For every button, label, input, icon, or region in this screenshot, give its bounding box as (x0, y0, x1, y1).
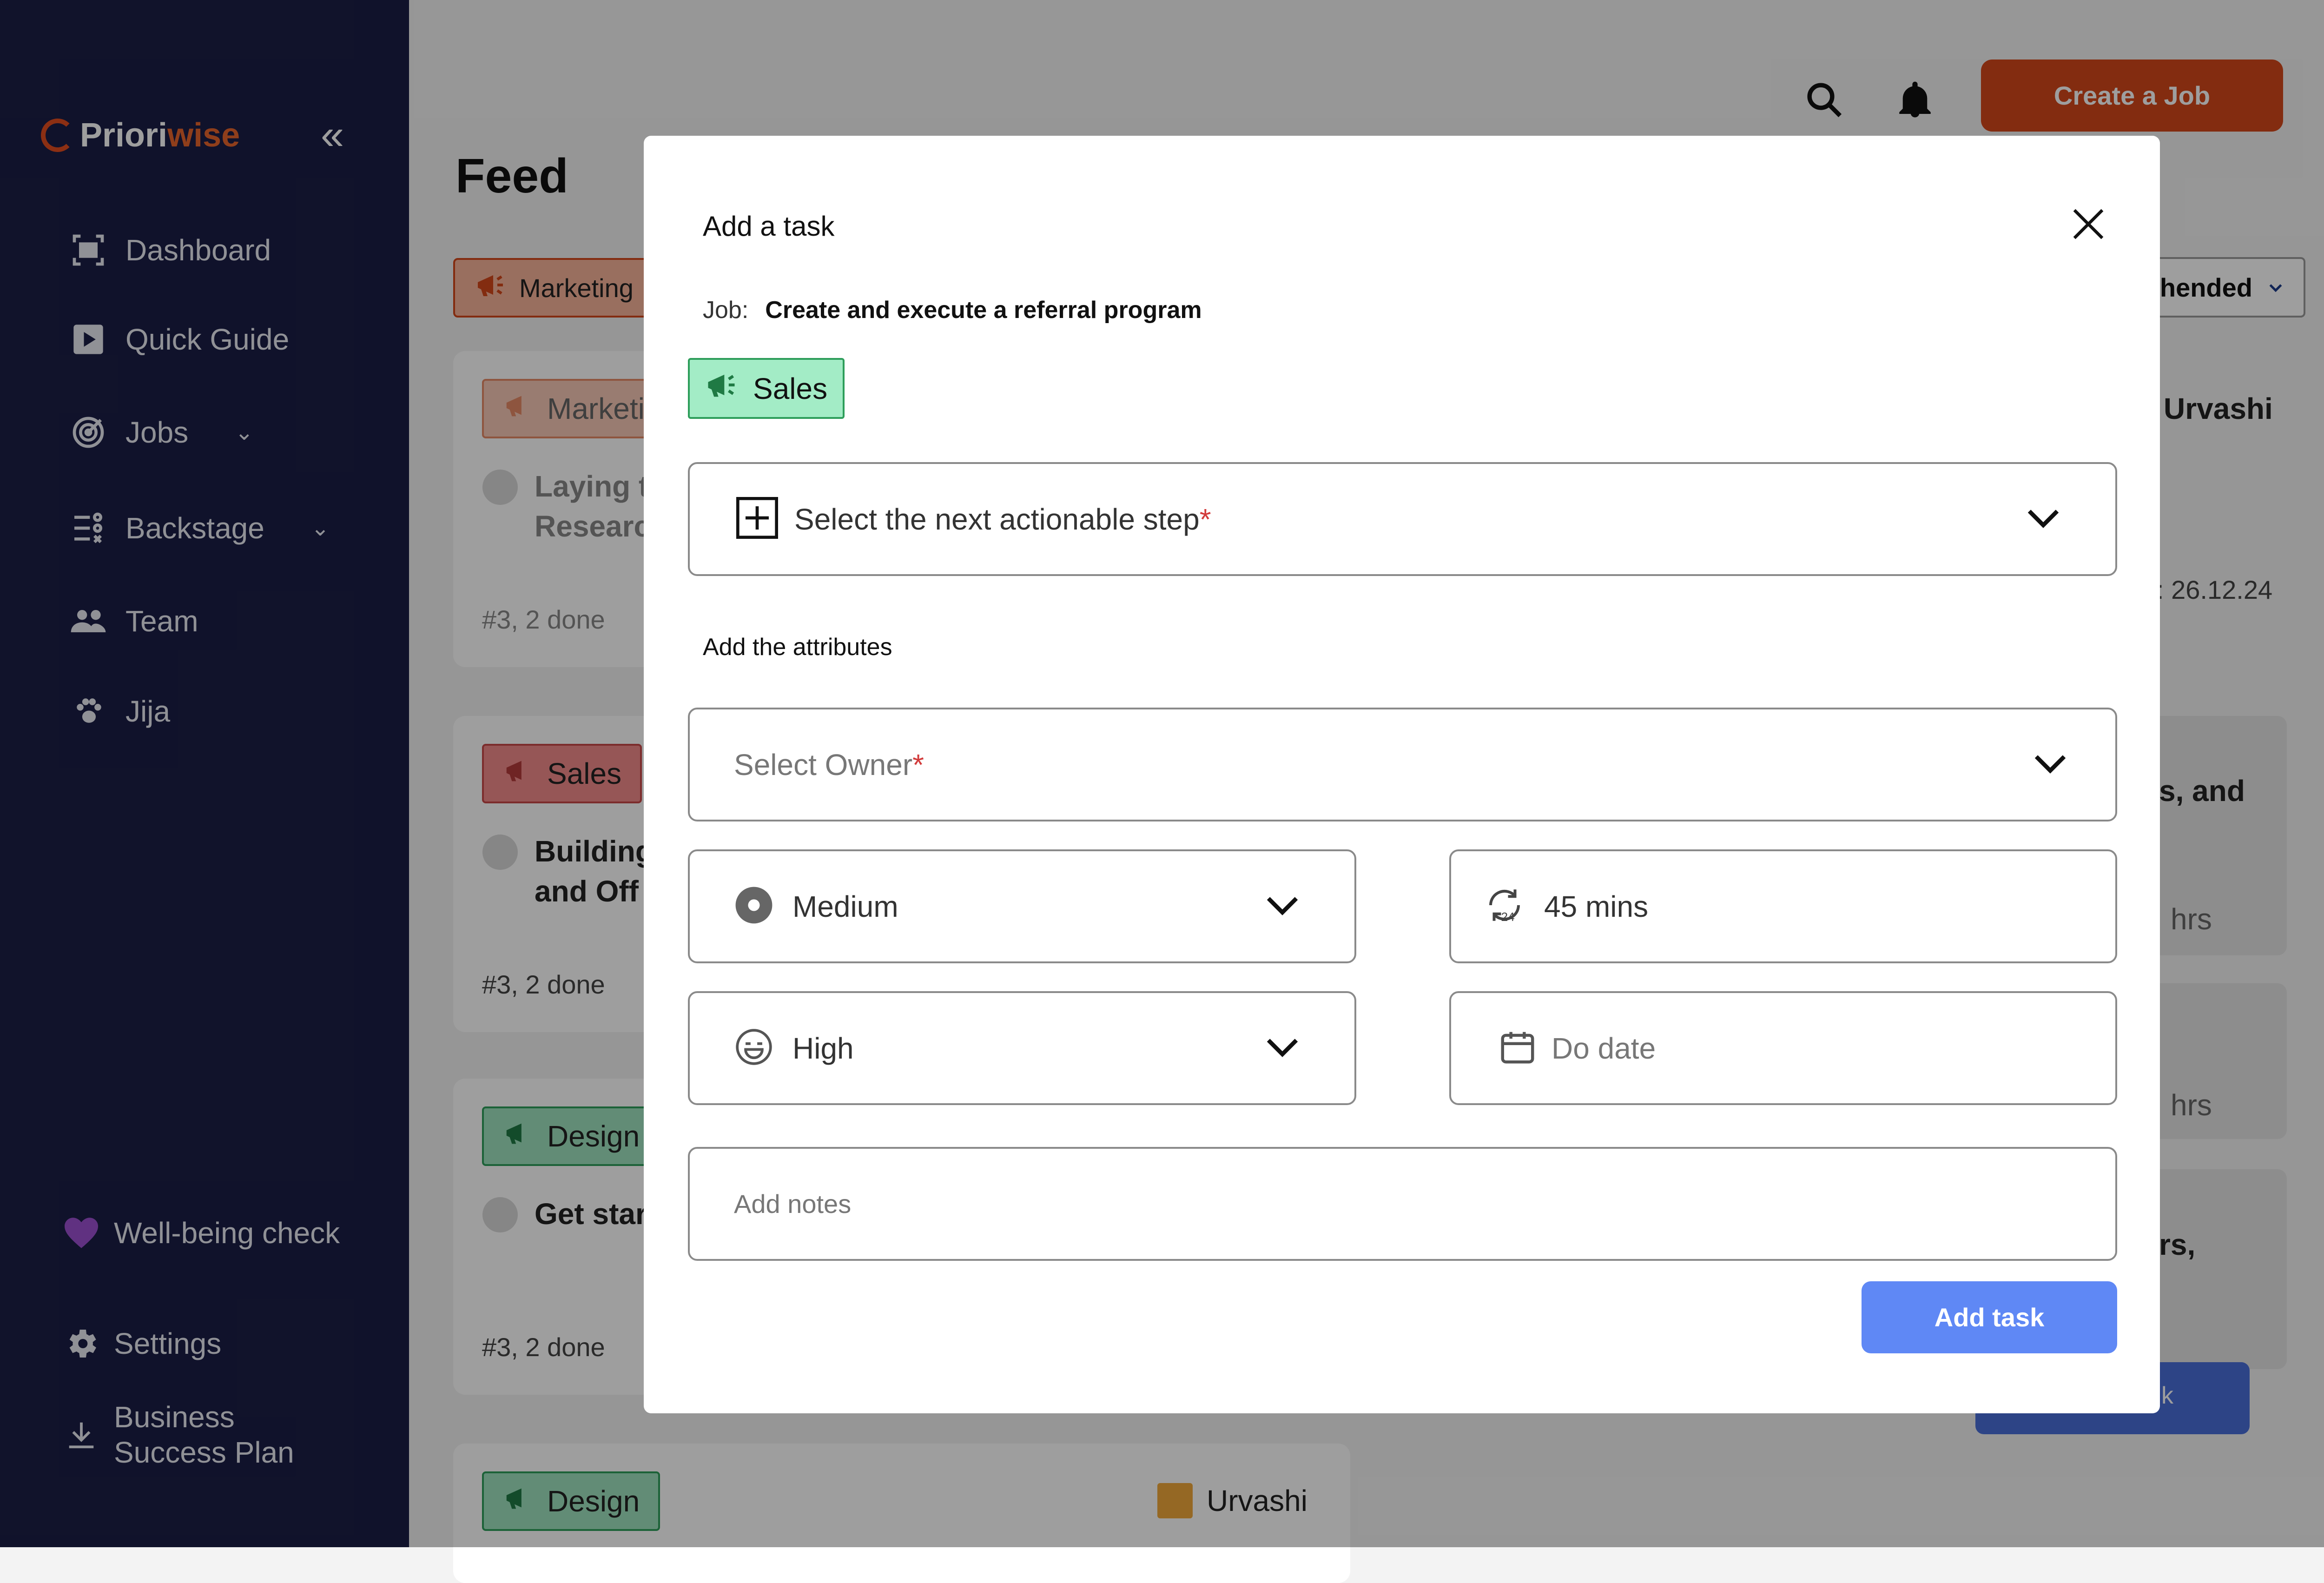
notes-placeholder: Add notes (734, 1189, 852, 1219)
calendar-icon (1498, 1027, 1538, 1069)
do-date-input[interactable]: Do date (1449, 991, 2117, 1105)
priority-value: Medium (792, 889, 898, 923)
megaphone-icon (704, 367, 739, 410)
energy-value: High (792, 1031, 854, 1065)
chevron-down-icon (1261, 884, 1303, 928)
svg-text:24: 24 (1501, 910, 1515, 924)
priority-dot-icon (734, 885, 774, 927)
energy-select[interactable]: High (688, 991, 1356, 1105)
notes-input[interactable]: Add notes (688, 1147, 2117, 1261)
timer-24-icon: 24 (1484, 884, 1525, 928)
attributes-heading: Add the attributes (703, 634, 892, 661)
next-step-placeholder: Select the next actionable step* (794, 502, 1211, 536)
job-value: Create and execute a referral program (765, 297, 1202, 324)
next-step-select[interactable]: Select the next actionable step* (688, 462, 2117, 576)
chevron-down-icon (2029, 742, 2071, 787)
priority-select[interactable]: Medium (688, 849, 1356, 963)
smiley-icon (734, 1027, 774, 1069)
job-label: Job: (703, 297, 749, 324)
job-reference: Job: Create and execute a referral progr… (703, 296, 1202, 324)
owner-placeholder: Select Owner* (734, 748, 924, 782)
category-tag[interactable]: Sales (688, 358, 845, 419)
duration-input[interactable]: 24 45 mins (1449, 849, 2117, 963)
owner-select[interactable]: Select Owner* (688, 708, 2117, 821)
close-icon[interactable] (2070, 205, 2107, 245)
duration-value: 45 mins (1544, 889, 1649, 923)
category-tag-label: Sales (753, 371, 828, 405)
chevron-down-icon (2022, 497, 2064, 541)
add-task-button[interactable]: Add task (1862, 1281, 2117, 1353)
add-task-modal: Add a task Job: Create and execute a ref… (644, 136, 2160, 1413)
modal-title: Add a task (703, 211, 835, 242)
plus-icon (734, 495, 780, 543)
do-date-placeholder: Do date (1552, 1031, 1656, 1065)
chevron-down-icon (1261, 1026, 1303, 1070)
